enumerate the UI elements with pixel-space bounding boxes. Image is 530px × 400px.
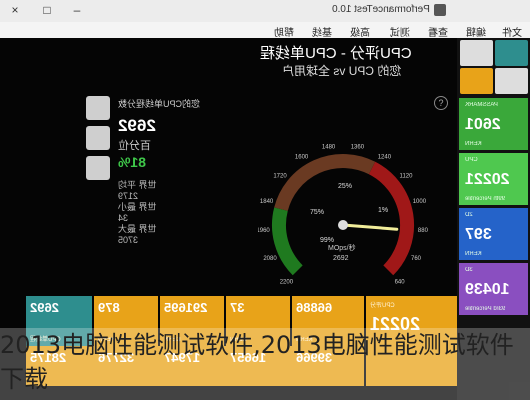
document-icon[interactable]	[86, 96, 110, 120]
gauge-zone-brown	[274, 154, 376, 212]
gauge-tick-label: 1840	[260, 199, 274, 205]
page-subtitle: 您的 CPU vs 全球用户	[282, 64, 402, 78]
side-icon-column	[86, 96, 112, 186]
sidebar-tile-passmark[interactable]: PASSMARK 2601 KERN	[459, 98, 528, 150]
score-gauge: 2200 2080 1960 1840 1720 1600 1480 1360 1240 1120…	[258, 144, 428, 286]
gauge-unit: MOps/秒	[328, 243, 356, 252]
menu-edit[interactable]: 编辑	[466, 24, 486, 39]
tile-value: 66886	[296, 300, 333, 315]
window-title: PerformanceTest 10.0	[332, 4, 430, 15]
help-icon[interactable]: ?	[434, 96, 448, 110]
caption-overlay: 2013电脑性能测试软件,2013电脑性能测试软件下载	[0, 328, 530, 400]
menu-view[interactable]: 查看	[428, 24, 448, 39]
tile-value: 2601	[465, 116, 501, 133]
tile-value: 20221	[465, 171, 510, 188]
menu-file[interactable]: 文件	[502, 24, 522, 39]
world-max-label: 世界 最大	[118, 224, 157, 234]
sidebar-tile-2d[interactable]: 2D 397 KERN	[459, 208, 528, 260]
tile-value: 10439	[465, 281, 510, 298]
gauge-tick-label: 1240	[378, 155, 392, 161]
gauge-tick-label: 640	[395, 280, 406, 286]
menu-help[interactable]: 帮助	[274, 24, 294, 39]
minimize-button[interactable]: –	[70, 3, 84, 17]
gauge-zone-red	[368, 161, 415, 276]
monitor-icon[interactable]	[460, 40, 493, 66]
percentile-value: 81%	[118, 154, 147, 170]
tile-caption: 2D	[465, 212, 473, 218]
gauge-tick-label: 880	[418, 228, 428, 234]
world-stats: 世界 平均 2179 世界 最小 34 世界 最大 3705	[118, 180, 218, 246]
app-icon	[434, 4, 446, 16]
world-avg-value: 2179	[118, 191, 139, 201]
world-min-value: 34	[118, 213, 129, 223]
tile-value: 397	[465, 226, 492, 243]
gauge-tick-label: 1960	[258, 228, 270, 234]
gauge-zone-1: 1%	[378, 207, 388, 214]
gauge-tick-label: 1120	[400, 174, 414, 180]
menu-advanced[interactable]: 高级	[350, 24, 370, 39]
sidebar-tile-3d[interactable]: 3D 10439 93rd Percentile	[459, 263, 528, 315]
sidebar-tile-cpu[interactable]: CPU 20221 99th Percentile	[459, 153, 528, 205]
gauge-zone-green	[272, 207, 303, 276]
menu-baseline[interactable]: 基线	[312, 24, 332, 39]
close-button[interactable]: ×	[8, 3, 22, 17]
world-min-label: 世界 最小	[118, 202, 157, 212]
gauge-tick-label: 1600	[295, 155, 309, 161]
gear-icon[interactable]	[495, 68, 528, 94]
tile-caption: CPU	[465, 157, 478, 163]
score-value: 2692	[118, 116, 156, 135]
globe-icon[interactable]	[86, 126, 110, 150]
gauge-tick-label: 1360	[351, 144, 365, 150]
tile-footer: KERN	[465, 141, 482, 147]
tile-footer: 99th Percentile	[465, 196, 506, 202]
tile-value: 879	[98, 300, 120, 315]
score-title: 您的CPU单线程分数	[118, 99, 201, 109]
score-panel: 您的CPU单线程分数 2692 百分位 81% 世界 平均 2179 世界 最小…	[118, 94, 218, 246]
gauge-tick-label: 1000	[413, 199, 427, 205]
menu-tests[interactable]: 测试	[390, 24, 410, 39]
page-title: CPU评分 - CPU单线程	[260, 45, 412, 62]
world-max-value: 3705	[118, 235, 139, 245]
title-bar: × □ – PerformanceTest 10.0	[0, 0, 530, 23]
tile-footer: 93rd Percentile	[465, 306, 506, 312]
gauge-tick-label: 2200	[280, 280, 294, 286]
tile-caption: 3D	[465, 267, 473, 273]
gauge-zone-99: 99%	[320, 237, 334, 244]
tile-value: 2692	[30, 300, 59, 315]
chart-icon[interactable]	[460, 68, 493, 94]
maximize-button[interactable]: □	[40, 3, 54, 17]
tile-value: 291695	[164, 300, 208, 315]
tile-value: 37	[230, 300, 245, 315]
world-avg-label: 世界 平均	[118, 180, 157, 190]
percentile-label: 百分位	[118, 140, 151, 152]
cpu-test-icon[interactable]	[495, 40, 528, 66]
gauge-needle	[341, 223, 399, 231]
gauge-zone-75: 75%	[310, 209, 324, 216]
chip-icon[interactable]	[86, 156, 110, 180]
gauge-zone-25: 25%	[338, 183, 352, 190]
tile-label: CPU评分	[370, 303, 395, 309]
gauge-tick-label: 2080	[263, 256, 277, 262]
tile-footer: KERN	[465, 251, 482, 257]
tile-caption: PASSMARK	[465, 102, 498, 108]
gauge-tick-label: 1480	[322, 144, 336, 150]
gauge-tick-label: 1720	[273, 174, 287, 180]
gauge-value: 2692	[333, 255, 349, 262]
gauge-hub	[338, 220, 348, 230]
menu-bar: 文件 编辑 查看 测试 高级 基线 帮助	[0, 22, 530, 39]
gauge-tick-label: 760	[411, 256, 422, 262]
